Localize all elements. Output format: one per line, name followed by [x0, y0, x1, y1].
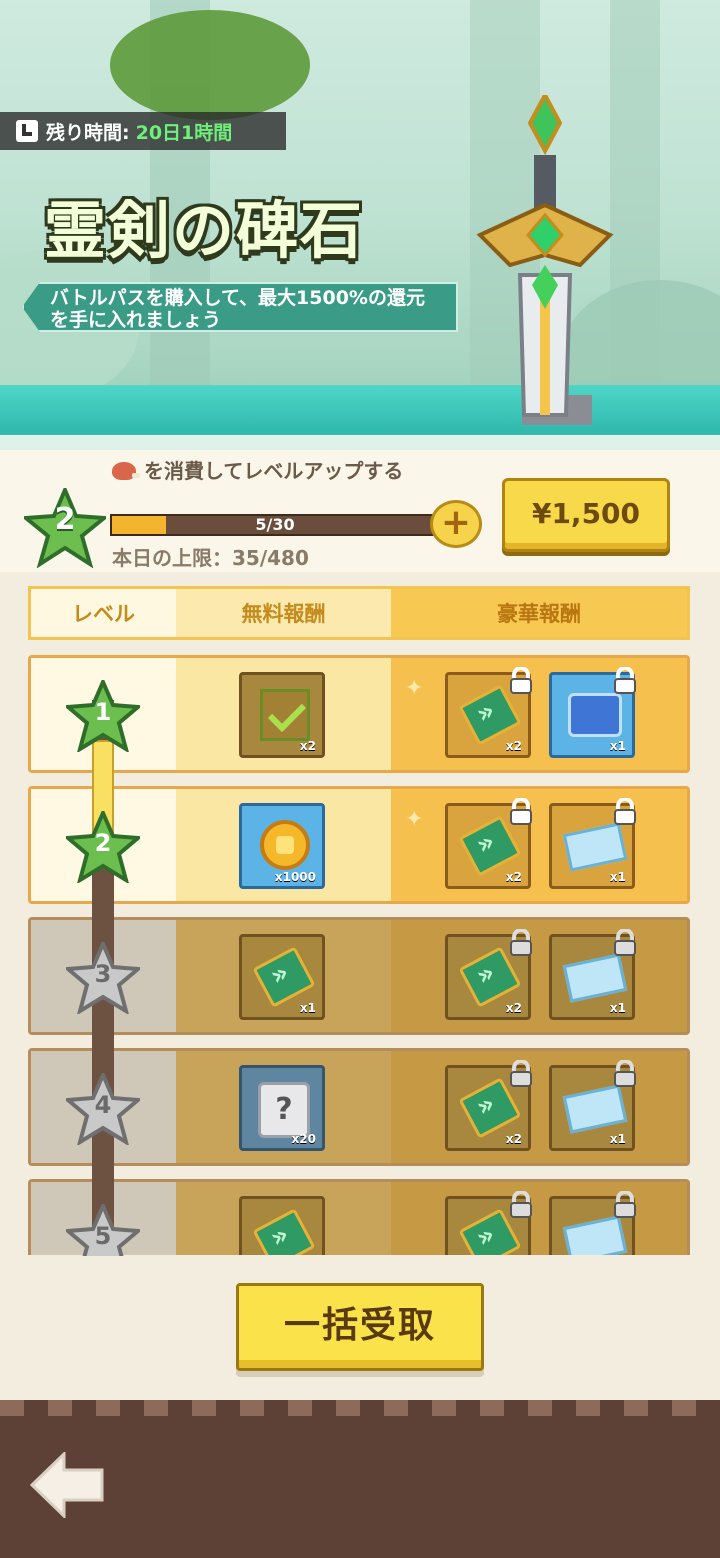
- premium-reward-ticket[interactable]: [445, 1191, 532, 1255]
- header-level: レベル: [31, 589, 176, 637]
- sparkle-icon: ✦: [405, 807, 424, 832]
- add-exp-button[interactable]: +: [430, 500, 482, 548]
- sword-icon: [476, 95, 614, 425]
- level-progress-bar: 5/30: [110, 514, 440, 536]
- level-node: 1: [62, 676, 144, 754]
- purchase-pass-button[interactable]: ¥1,500: [502, 478, 670, 552]
- event-title: 霊剣の碑石: [44, 194, 365, 267]
- premium-reward-ticket[interactable]: x2: [445, 798, 532, 889]
- envelope-icon: [562, 822, 628, 872]
- mystery-scroll-icon: ?: [258, 1082, 310, 1138]
- gold-coin-icon: [260, 820, 310, 870]
- free-reward-claimed[interactable]: x2: [239, 672, 325, 758]
- level-node: 2: [62, 807, 144, 885]
- meat-icon: [112, 462, 140, 480]
- header-free: 無料報酬: [176, 589, 391, 637]
- current-level: 2: [54, 502, 76, 537]
- premium-reward-envelope[interactable]: x1: [549, 1060, 636, 1151]
- envelope-icon: [562, 1215, 628, 1255]
- back-arrow-icon[interactable]: [30, 1452, 104, 1518]
- clock-icon: [16, 120, 38, 142]
- free-reward-ticket[interactable]: [239, 1196, 325, 1255]
- envelope-icon: [562, 953, 628, 1003]
- envelope-icon: [562, 1084, 628, 1134]
- header-premium: 豪華報酬: [391, 589, 687, 637]
- time-remaining: 残り時間: 20日1時間: [0, 112, 286, 150]
- lock-icon: [614, 798, 636, 825]
- ticket-icon: [252, 1208, 316, 1255]
- premium-reward-ticket[interactable]: x2: [445, 1060, 532, 1151]
- progress-text: 5/30: [255, 515, 295, 534]
- bottom-bar: [0, 1400, 720, 1558]
- premium-reward-chest[interactable]: x1: [549, 667, 636, 758]
- reward-table-header: レベル 無料報酬 豪華報酬: [28, 586, 690, 640]
- level-node: 5: [66, 1204, 140, 1256]
- lock-icon: [510, 1191, 532, 1218]
- free-reward-ticket[interactable]: x1: [239, 934, 325, 1020]
- level-up-hint: を消費してレベルアップする: [112, 456, 432, 486]
- sparkle-icon: ✦: [405, 676, 424, 701]
- lock-icon: [614, 929, 636, 956]
- premium-reward-envelope[interactable]: [549, 1191, 636, 1255]
- ticket-icon: [252, 946, 316, 1008]
- lock-icon: [510, 667, 532, 694]
- event-subtitle: バトルパスを購入して、最大1500%の還元を手に入れましょう: [22, 282, 458, 332]
- checkmark-icon: [260, 689, 310, 741]
- lock-icon: [614, 1191, 636, 1218]
- level-node: 3: [62, 938, 144, 1016]
- claim-all-button[interactable]: 一括受取: [236, 1283, 484, 1371]
- lock-icon: [614, 1060, 636, 1087]
- free-reward-scroll[interactable]: ? x20: [239, 1065, 325, 1151]
- premium-reward-envelope[interactable]: x1: [549, 929, 636, 1020]
- lock-icon: [614, 667, 636, 694]
- premium-reward-ticket[interactable]: x2: [445, 667, 532, 758]
- free-reward-coins[interactable]: x1000: [239, 803, 325, 889]
- lock-icon: [510, 1060, 532, 1087]
- daily-limit: 本日の上限：35/480: [112, 546, 309, 570]
- level-node: 4: [62, 1069, 144, 1147]
- event-banner: 残り時間: 20日1時間 霊剣の碑石 バトルパスを購入して、最大1500%の還元…: [0, 0, 720, 465]
- premium-reward-envelope[interactable]: x1: [549, 798, 636, 889]
- premium-reward-ticket[interactable]: x2: [445, 929, 532, 1020]
- lock-icon: [510, 929, 532, 956]
- chest-icon: [568, 693, 622, 737]
- lock-icon: [510, 798, 532, 825]
